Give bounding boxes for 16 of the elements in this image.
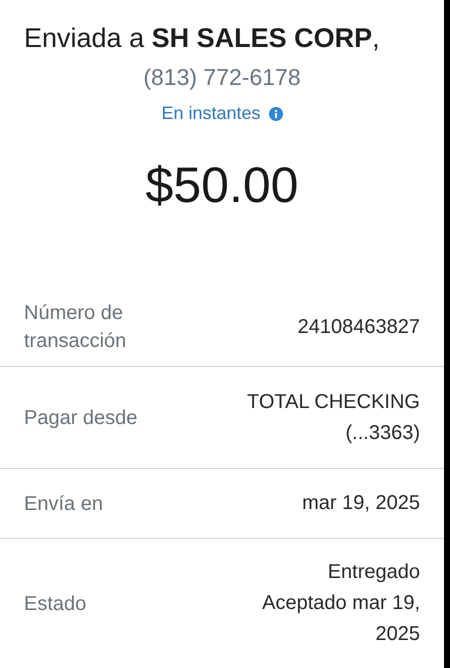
detail-label: Estado	[24, 592, 88, 616]
detail-label: Pagar desde	[24, 406, 138, 430]
detail-value: mar 19, 2025	[302, 491, 420, 516]
detail-label: Envía en	[24, 492, 104, 516]
detail-value: (...3363)	[346, 420, 420, 446]
detail-value: Entregado	[328, 560, 420, 585]
detail-value: Aceptado mar 19,	[262, 591, 420, 616]
delivery-speed: En instantes	[161, 102, 261, 125]
detail-value: 2025	[376, 622, 420, 647]
amount: $50.00	[146, 157, 298, 213]
recipient-title: Enviada a SH SALES CORP,	[23, 22, 380, 55]
detail-value: 24108463827	[298, 314, 420, 340]
info-icon[interactable]	[268, 106, 283, 120]
phone-number: (813) 772-6178	[143, 63, 301, 92]
detail-label: Número de transacción	[24, 301, 128, 354]
detail-value: TOTAL CHECKING	[247, 390, 420, 414]
